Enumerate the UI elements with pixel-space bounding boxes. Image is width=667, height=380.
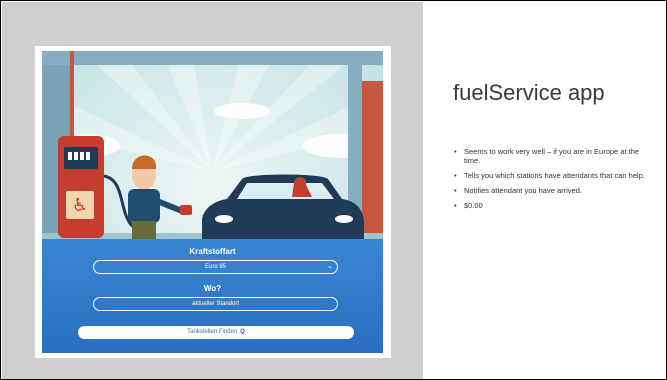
svg-text:♿: ♿ bbox=[72, 195, 88, 216]
screenshot-panel: ♿ Kraftstoffart Euro 95 ⌄ Wo? aktueller … bbox=[2, 2, 423, 379]
search-form: Kraftstoffart Euro 95 ⌄ Wo? aktueller St… bbox=[42, 241, 383, 353]
bullet-list: Seems to work very well – if you are in … bbox=[454, 147, 649, 216]
slide-frame: ♿ Kraftstoffart Euro 95 ⌄ Wo? aktueller … bbox=[0, 0, 667, 380]
find-stations-button[interactable]: Tankstellen Finden Q bbox=[78, 326, 354, 339]
page-title: fuelService app bbox=[453, 80, 605, 105]
location-placeholder: aktueller Standort bbox=[191, 301, 240, 307]
search-icon: Q bbox=[240, 329, 245, 335]
fuel-type-value: Euro 95 bbox=[204, 264, 226, 270]
fuel-station-illustration: ♿ Kraftstoffart Euro 95 ⌄ Wo? aktueller … bbox=[42, 51, 383, 353]
fuel-type-select[interactable]: Euro 95 ⌄ bbox=[93, 260, 338, 274]
chevron-down-icon: ⌄ bbox=[327, 263, 333, 270]
list-item: Tells you which stations have attendants… bbox=[454, 171, 649, 180]
list-item: Notifies attendant you have arrived. bbox=[454, 186, 649, 195]
app-screenshot: ♿ Kraftstoffart Euro 95 ⌄ Wo? aktueller … bbox=[35, 46, 391, 358]
location-input[interactable]: aktueller Standort bbox=[93, 297, 338, 311]
location-label: Wo? bbox=[203, 284, 222, 293]
list-item: $0.00 bbox=[454, 201, 649, 210]
fuel-type-label: Kraftstoffart bbox=[189, 247, 236, 256]
list-item: Seems to work very well – if you are in … bbox=[454, 147, 649, 165]
find-stations-label: Tankstellen Finden bbox=[187, 329, 238, 335]
